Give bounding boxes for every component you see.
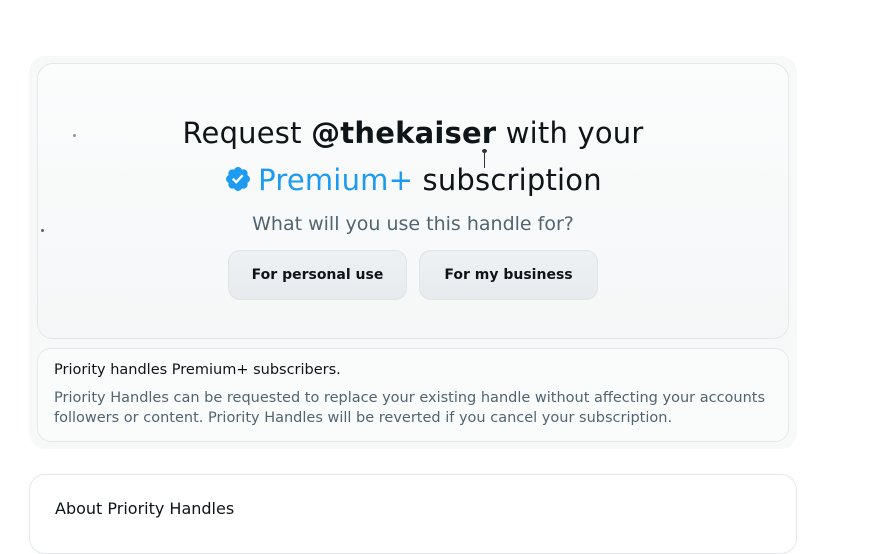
priority-handles-info: Priority handles Premium+ subscribers. P… [37,348,789,442]
business-use-button[interactable]: For my business [419,250,598,300]
request-title: Request @thekaiser with your Premium+ su… [38,110,788,204]
use-question: What will you use this handle for? [252,213,574,235]
title-prefix: Request [182,116,312,150]
subscription-word: subscription [413,163,602,197]
request-card: Request @thekaiser with your Premium+ su… [37,63,789,339]
premium-plus-label: Premium+ [258,163,414,197]
artifact-dot [73,134,76,137]
requested-handle: @thekaiser [311,116,497,150]
info-body: Priority Handles can be requested to rep… [54,390,766,426]
verified-badge-icon [226,166,251,191]
info-heading: Priority handles Premium+ subscribers. [54,362,341,378]
about-priority-handles[interactable]: About Priority Handles [29,474,797,554]
about-heading: About Priority Handles [55,499,235,518]
title-suffix: with your [496,116,644,150]
title-line-1: Request @thekaiser with your [38,110,788,157]
title-line-2: Premium+ subscription [38,157,788,204]
personal-use-button[interactable]: For personal use [228,250,407,300]
artifact-dot [41,229,44,232]
text-cursor-icon [482,149,487,168]
